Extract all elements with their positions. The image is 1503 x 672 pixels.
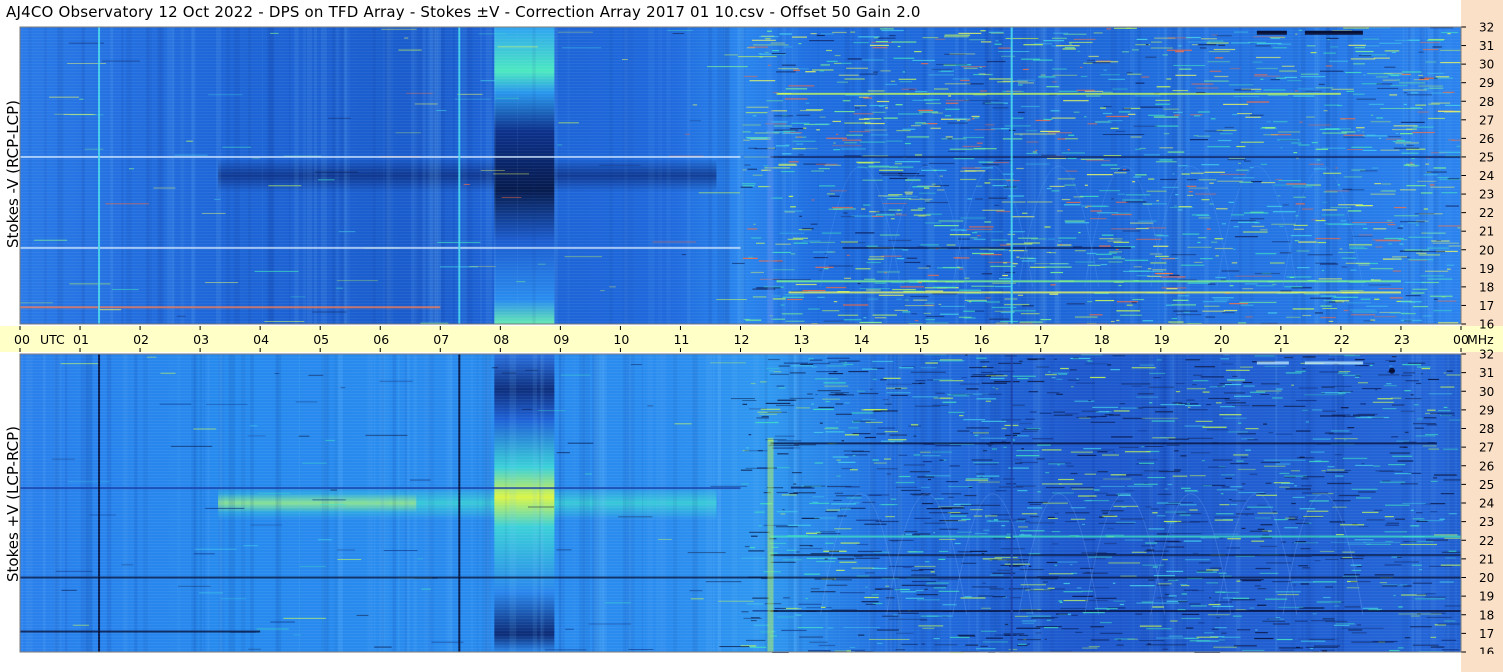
freq-tick-label: 29 xyxy=(1479,403,1494,417)
freq-tick-label: 23 xyxy=(1479,515,1494,529)
spectrogram-figure: 00 01 02 03 04 05 06 07 08 09 10 11 12 13 14 15 16 17 18 19… xyxy=(0,0,1503,672)
time-tick-label: 19 xyxy=(1154,332,1170,347)
freq-tick-label: 24 xyxy=(1479,497,1494,511)
freq-tick-label: 19 xyxy=(1479,262,1494,276)
time-tick-label: 02 xyxy=(133,332,149,347)
time-tick-label: 01 xyxy=(73,332,89,347)
time-tick-label: 23 xyxy=(1394,332,1410,347)
bottom-frequency-axis: 1617181920212223242526272829303132 xyxy=(1461,348,1503,672)
freq-tick-label: 22 xyxy=(1479,206,1494,220)
freq-tick-label: 20 xyxy=(1479,243,1494,257)
freq-tick-label: 28 xyxy=(1479,422,1494,436)
time-tick-label: 09 xyxy=(553,332,569,347)
freq-tick-label: 27 xyxy=(1479,113,1494,127)
freq-tick-label: 18 xyxy=(1479,280,1494,294)
time-tick-label: 20 xyxy=(1214,332,1230,347)
time-tick-label: 03 xyxy=(193,332,209,347)
frequency-axis-cap xyxy=(1461,654,1503,672)
freq-tick-label: 31 xyxy=(1479,366,1494,380)
time-tick-label: 14 xyxy=(854,332,870,347)
freq-tick-label: 21 xyxy=(1479,552,1494,566)
time-tick-label: 08 xyxy=(493,332,509,347)
freq-tick-label: 32 xyxy=(1479,21,1494,35)
freq-tick-label: 23 xyxy=(1479,188,1494,202)
top-spectrogram-panel xyxy=(20,27,1497,325)
freq-tick-label: 25 xyxy=(1479,150,1494,164)
bottom-spectrogram-panel xyxy=(20,354,1485,654)
freq-tick-label: 30 xyxy=(1479,385,1494,399)
freq-tick-label: 22 xyxy=(1479,534,1494,548)
freq-tick-label: 28 xyxy=(1479,95,1494,109)
top-frequency-axis: 16 17 18 19 20 21 22 23 24 25 26 27 28 29 30 31 32 xyxy=(1461,0,1503,332)
time-tick-label: 10 xyxy=(613,332,629,347)
time-tick-label: 04 xyxy=(253,332,269,347)
freq-tick-label: 27 xyxy=(1479,441,1494,455)
freq-tick-label: 29 xyxy=(1479,76,1494,90)
time-tick-label: 15 xyxy=(914,332,930,347)
freq-tick-label: 19 xyxy=(1479,590,1494,604)
time-tick-label: 22 xyxy=(1334,332,1350,347)
freq-axis-unit: MHz xyxy=(1467,332,1494,347)
freq-tick-label: 26 xyxy=(1479,459,1494,473)
time-tick-label: 07 xyxy=(433,332,449,347)
time-tick-label: 21 xyxy=(1274,332,1290,347)
time-tick-label: 17 xyxy=(1034,332,1050,347)
freq-tick-label: 16 xyxy=(1479,318,1494,332)
freq-tick-label: 24 xyxy=(1479,169,1494,183)
freq-tick-label: 26 xyxy=(1479,132,1494,146)
freq-tick-label: 25 xyxy=(1479,478,1494,492)
time-axis: 00 01 02 03 04 05 06 07 08 09 10 11 12 13 14 15 16 17 18 19… xyxy=(0,326,1503,352)
time-tick-label: 16 xyxy=(974,332,990,347)
freq-tick-label: 18 xyxy=(1479,608,1494,622)
freq-tick-label: 30 xyxy=(1479,58,1494,72)
time-tick-label: 11 xyxy=(673,332,689,347)
freq-tick-label: 17 xyxy=(1479,299,1494,313)
time-tick-label: 06 xyxy=(373,332,389,347)
time-tick-label: 05 xyxy=(313,332,329,347)
freq-tick-label: 32 xyxy=(1479,348,1494,362)
time-tick-label: 12 xyxy=(734,332,750,347)
freq-tick-label: 17 xyxy=(1479,627,1494,641)
time-axis-unit: UTC xyxy=(40,332,65,347)
freq-tick-label: 20 xyxy=(1479,571,1494,585)
time-tick-label: 18 xyxy=(1094,332,1110,347)
freq-tick-label: 31 xyxy=(1479,39,1494,53)
time-tick-label: 13 xyxy=(794,332,810,347)
freq-tick-label: 21 xyxy=(1479,225,1494,239)
time-tick-label: 00 xyxy=(14,332,30,347)
